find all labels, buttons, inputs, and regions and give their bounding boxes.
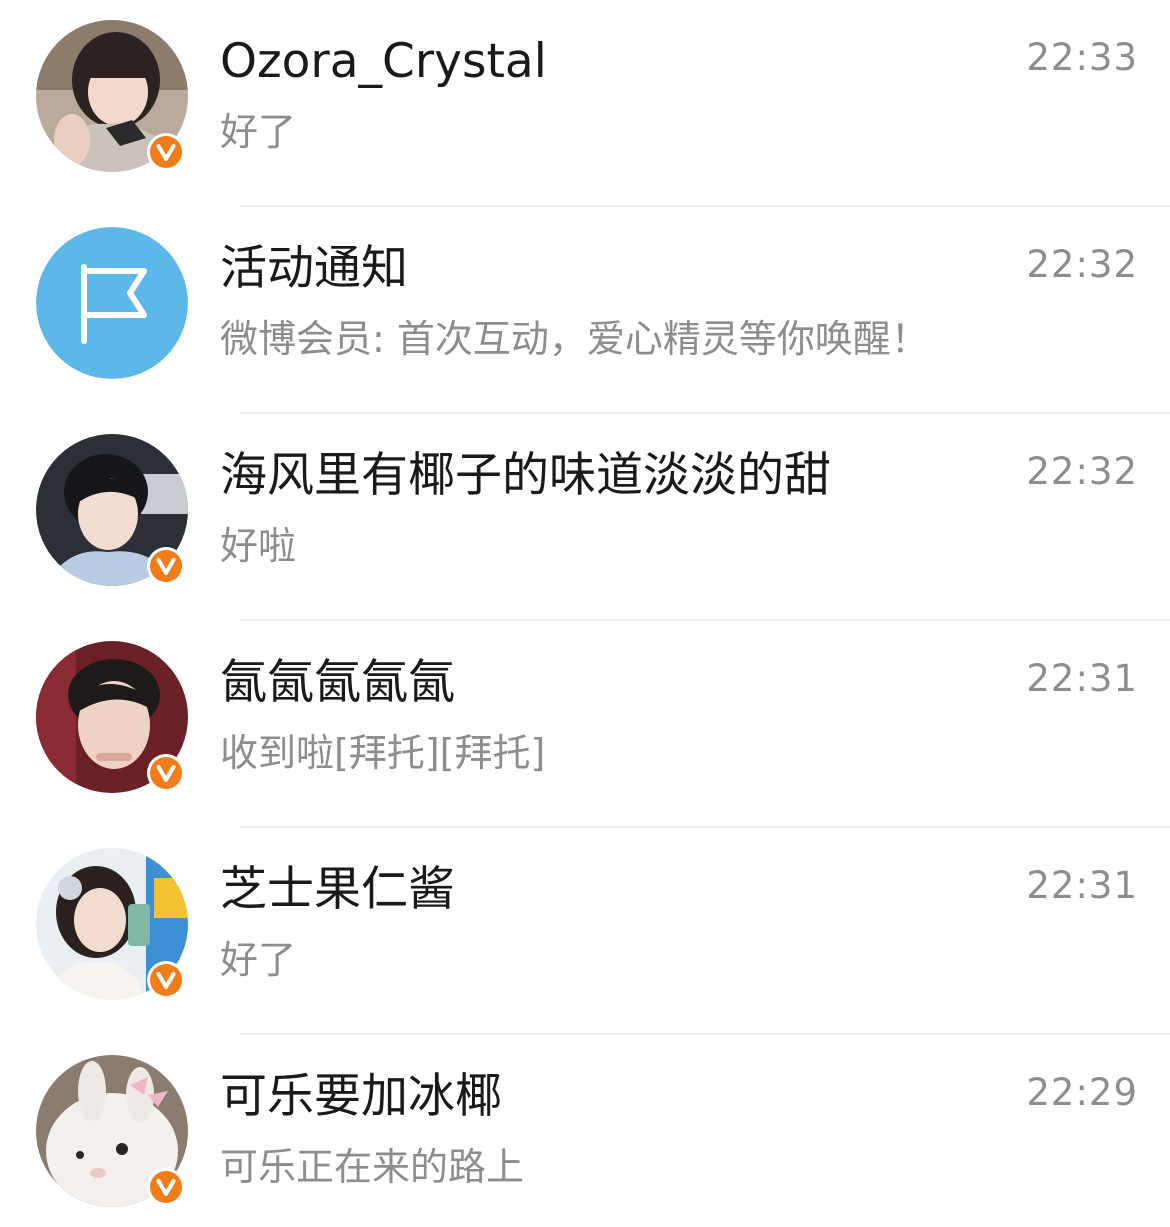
avatar[interactable] [36, 227, 188, 379]
contact-name: Ozora_Crystal [220, 34, 547, 89]
message-time: 22:33 [1026, 36, 1138, 79]
conversation-list: Ozora_Crystal 好了 22:33 活动通知 微博会员: 首次互动，爱… [0, 0, 1170, 1227]
message-time: 22:32 [1026, 243, 1138, 286]
conversation-row-ozora-crystal[interactable]: Ozora_Crystal 好了 22:33 [0, 0, 1170, 207]
verified-badge-icon [146, 1167, 186, 1207]
message-preview: 收到啦[拜托][拜托] [220, 731, 546, 775]
verified-badge-icon [146, 753, 186, 793]
message-preview: 好了 [220, 110, 297, 154]
contact-name: 氤氤氤氤氤 [220, 655, 455, 710]
contact-name: 可乐要加冰椰 [220, 1069, 502, 1124]
avatar[interactable] [36, 848, 188, 1000]
conversation-row-cheese-nut-jam[interactable]: 芝士果仁酱 好了 22:31 [0, 828, 1170, 1035]
notice-avatar [36, 227, 188, 379]
message-time: 22:31 [1026, 657, 1138, 700]
contact-name: 芝士果仁酱 [220, 862, 455, 917]
avatar[interactable] [36, 641, 188, 793]
verified-badge-icon [146, 960, 186, 1000]
verified-badge-icon [146, 132, 186, 172]
message-preview: 可乐正在来的路上 [220, 1145, 525, 1189]
message-preview: 好啦 [220, 524, 297, 568]
avatar[interactable] [36, 20, 188, 172]
avatar[interactable] [36, 434, 188, 586]
message-time: 22:32 [1026, 450, 1138, 493]
verified-badge-icon [146, 546, 186, 586]
message-preview: 好了 [220, 938, 297, 982]
conversation-row-cola-ice[interactable]: 可乐要加冰椰 可乐正在来的路上 22:29 [0, 1035, 1170, 1227]
contact-name: 活动通知 [220, 241, 408, 296]
conversation-row-user-4[interactable]: 氤氤氤氤氤 收到啦[拜托][拜托] 22:31 [0, 621, 1170, 828]
conversation-row-sea-breeze[interactable]: 海风里有椰子的味道淡淡的甜 好啦 22:32 [0, 414, 1170, 621]
conversation-row-activity-notice[interactable]: 活动通知 微博会员: 首次互动，爱心精灵等你唤醒！ 22:32 [0, 207, 1170, 414]
message-preview: 微博会员: 首次互动，爱心精灵等你唤醒！ [220, 317, 929, 361]
contact-name: 海风里有椰子的味道淡淡的甜 [220, 448, 831, 503]
message-time: 22:31 [1026, 864, 1138, 907]
avatar[interactable] [36, 1055, 188, 1207]
message-time: 22:29 [1026, 1071, 1138, 1114]
